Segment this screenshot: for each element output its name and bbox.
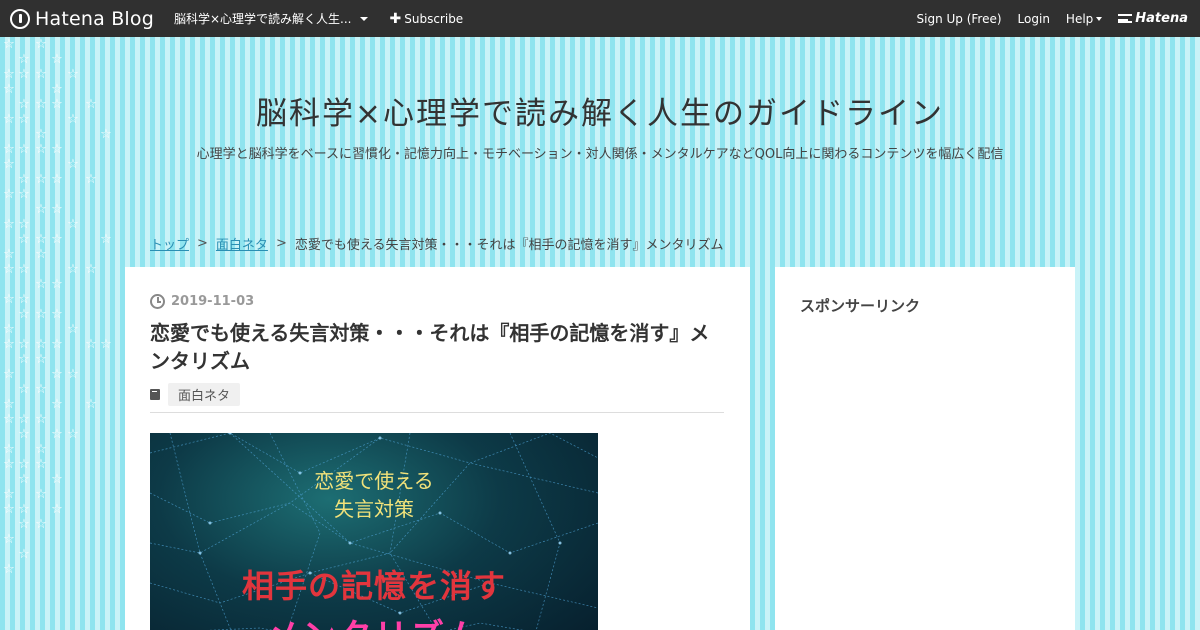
blog-title[interactable]: 脳科学×心理学で読み解く人生のガイドライン <box>0 88 1200 133</box>
plus-icon: ✚ <box>389 10 402 27</box>
blog-description: 心理学と脳科学をベースに習慣化・記憶力向上・モチベーション・対人関係・メンタルケ… <box>196 147 1004 162</box>
breadcrumb: トップ > 面白ネタ > 恋愛でも使える失言対策・・・それは『相手の記憶を消す』… <box>150 234 723 253</box>
category-tag[interactable]: 面白ネタ <box>168 383 241 406</box>
entry-date[interactable]: 2019-11-03 <box>150 294 254 309</box>
topbar-right: Sign Up (Free) Login Help Hatena <box>901 11 1188 26</box>
entry-title[interactable]: 恋愛でも使える失言対策・・・それは『相手の記憶を消す』メンタリズム <box>150 319 710 375</box>
blog-selector[interactable]: 脳科学×心理学で読み解く人生... <box>174 10 368 27</box>
eyecatch-image: 恋愛で使える 失言対策 相手の記憶を消す メンタリズム <box>150 433 598 630</box>
divider <box>150 412 724 413</box>
entry-categories: 面白ネタ <box>150 383 241 406</box>
breadcrumb-top-link[interactable]: トップ <box>150 234 189 253</box>
eyecatch-subheadline: メンタリズム <box>150 609 598 630</box>
eyecatch-line1: 恋愛で使える <box>314 469 434 493</box>
eyecatch-headline: 相手の記憶を消す <box>241 567 506 605</box>
clock-icon <box>150 294 165 309</box>
entry-card: 2019-11-03 恋愛でも使える失言対策・・・それは『相手の記憶を消す』メン… <box>125 267 750 630</box>
hatena-mark-icon <box>1118 14 1133 23</box>
star-column: ☆ ☆ ☆ <box>100 127 112 352</box>
brand-text: Hatena Blog <box>35 7 154 30</box>
entry-date-text: 2019-11-03 <box>171 294 255 309</box>
hatena-logo[interactable]: Hatena <box>1118 11 1188 26</box>
breadcrumb-current: 恋愛でも使える失言対策・・・それは『相手の記憶を消す』メンタリズム <box>294 238 724 253</box>
subscribe-label: Subscribe <box>404 11 464 26</box>
help-menu[interactable]: Help <box>1065 11 1103 26</box>
subscribe-button[interactable]: ✚ Subscribe <box>390 11 464 27</box>
hatena-logo-text: Hatena <box>1135 11 1188 26</box>
hatena-blog-icon <box>10 8 30 29</box>
sidebar-module: スポンサーリンク <box>775 267 1075 630</box>
signup-link[interactable]: Sign Up (Free) <box>917 12 1002 26</box>
login-link[interactable]: Login <box>1018 12 1050 26</box>
breadcrumb-category-link[interactable]: 面白ネタ <box>216 234 268 253</box>
eyecatch-line2: 失言対策 <box>334 497 414 521</box>
sidebar-title: スポンサーリンク <box>800 297 921 315</box>
breadcrumb-separator: > <box>197 236 208 251</box>
chevron-down-icon <box>1096 16 1103 21</box>
chevron-down-icon <box>359 16 368 21</box>
blog-selector-label: 脳科学×心理学で読み解く人生... <box>174 12 352 26</box>
breadcrumb-separator: > <box>275 236 287 251</box>
hatena-blog-logo[interactable]: Hatena Blog <box>10 8 154 30</box>
global-header: Hatena Blog 脳科学×心理学で読み解く人生... ✚ Subscrib… <box>0 0 1200 37</box>
help-label: Help <box>1065 11 1094 26</box>
book-icon <box>150 389 160 400</box>
